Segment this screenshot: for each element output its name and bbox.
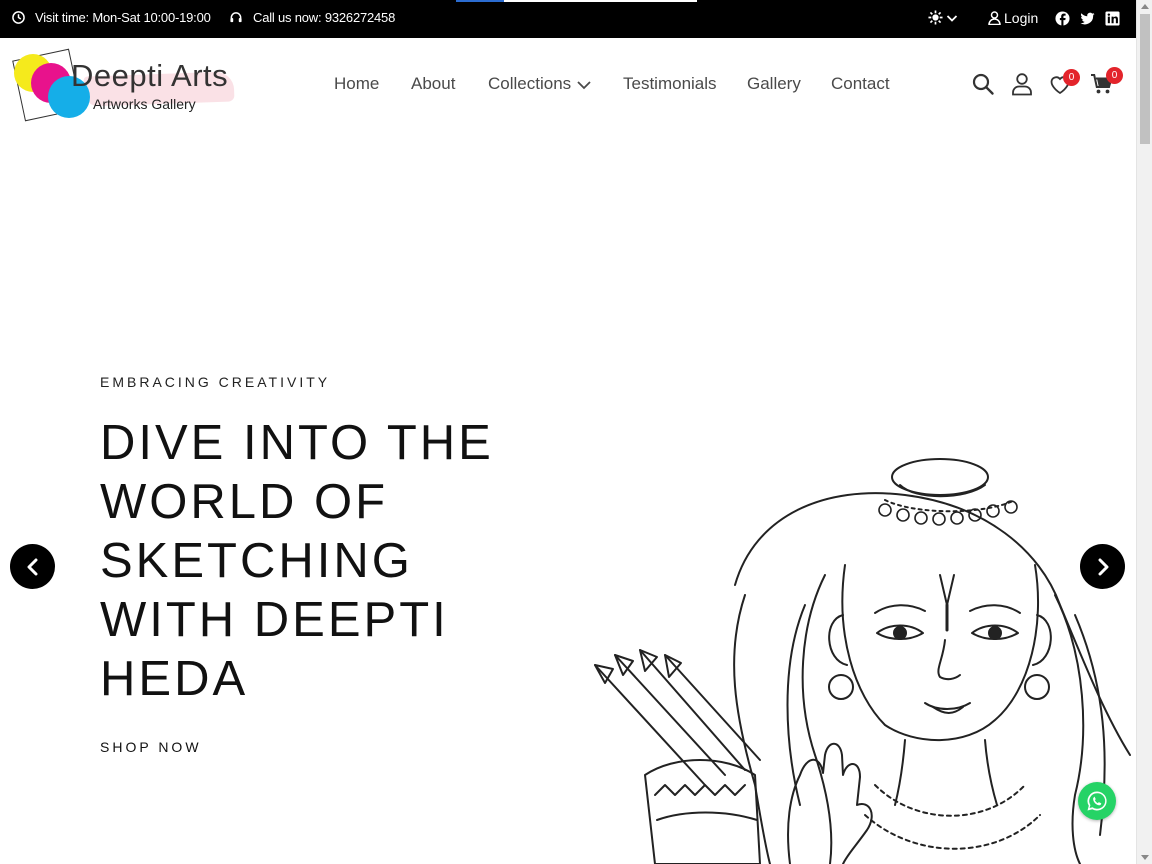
- user-icon: [988, 11, 1001, 25]
- logo-subtitle: Artworks Gallery: [93, 96, 196, 112]
- slider-prev-button[interactable]: [10, 544, 55, 589]
- nav-about[interactable]: About: [411, 74, 455, 94]
- twitter-icon[interactable]: [1080, 11, 1095, 26]
- visit-time: Visit time: Mon-Sat 10:00-19:00: [12, 10, 211, 25]
- visit-time-text: Visit time: Mon-Sat 10:00-19:00: [35, 10, 211, 25]
- scrollbar-thumb[interactable]: [1140, 14, 1150, 144]
- chevron-left-icon: [27, 558, 37, 575]
- cart-count-badge: 0: [1106, 67, 1123, 84]
- logo-title: Deepti Arts: [71, 58, 229, 93]
- whatsapp-chat-button[interactable]: [1078, 782, 1116, 820]
- top-bar: Visit time: Mon-Sat 10:00-19:00 Call us …: [0, 0, 1136, 38]
- chevron-down-icon: [946, 14, 958, 22]
- clock-icon: [12, 11, 25, 24]
- nav-collections[interactable]: Collections: [488, 74, 591, 94]
- headset-icon: [230, 12, 242, 23]
- page-scrollbar[interactable]: [1136, 0, 1152, 864]
- nav-gallery[interactable]: Gallery: [747, 74, 801, 94]
- facebook-icon[interactable]: [1055, 11, 1070, 26]
- whatsapp-icon: [1087, 791, 1107, 811]
- hero-sketch-artwork: [594, 458, 1131, 864]
- call-us-text: Call us now: 9326272458: [253, 10, 396, 25]
- hero-eyebrow: EMBRACING CREATIVITY: [100, 374, 331, 390]
- theme-toggle[interactable]: [928, 10, 958, 25]
- site-logo[interactable]: Deepti Arts Artworks Gallery: [12, 48, 254, 126]
- wishlist-count-badge: 0: [1063, 69, 1080, 86]
- search-icon[interactable]: [971, 72, 995, 96]
- nav-testimonials[interactable]: Testimonials: [623, 74, 717, 94]
- account-icon[interactable]: [1010, 72, 1034, 96]
- nav-collections-label: Collections: [488, 74, 572, 93]
- login-link[interactable]: Login: [988, 10, 1038, 26]
- nav-contact[interactable]: Contact: [831, 74, 890, 94]
- shop-now-link[interactable]: SHOP NOW: [100, 739, 202, 755]
- scroll-up-arrow[interactable]: [1141, 4, 1149, 9]
- hero-headline: DIVE INTO THE WORLD OF SKETCHING WITH DE…: [100, 416, 494, 706]
- sun-icon: [928, 10, 943, 25]
- scroll-down-arrow[interactable]: [1141, 855, 1149, 860]
- nav-home[interactable]: Home: [334, 74, 379, 94]
- linkedin-icon[interactable]: [1105, 11, 1120, 26]
- call-us[interactable]: Call us now: 9326272458: [229, 10, 395, 25]
- loading-progress-bar: [456, 0, 697, 2]
- login-label: Login: [1004, 10, 1039, 26]
- chevron-down-icon: [577, 80, 591, 89]
